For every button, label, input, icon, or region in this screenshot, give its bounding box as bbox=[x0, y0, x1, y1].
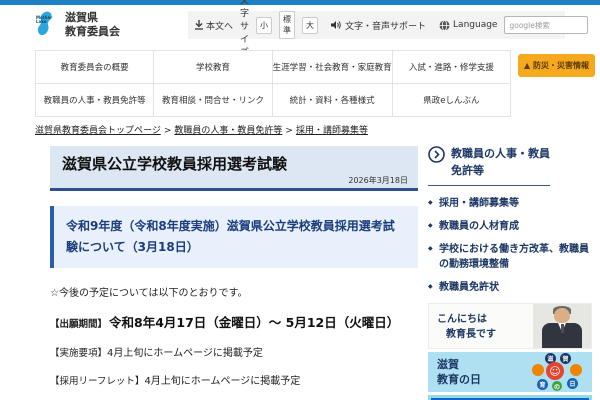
globe-icon bbox=[439, 19, 450, 31]
skip-to-content-link[interactable]: 本文へ bbox=[195, 19, 233, 32]
education-day-logo: 滋 賀 ☺ 育 の 日 bbox=[532, 353, 584, 391]
nav-item-school-education[interactable]: 学校教育 bbox=[154, 51, 273, 84]
sidebar-link-hr-development[interactable]: ◆ 教職員の人材育成 bbox=[428, 219, 592, 234]
sidebar-title: 教職員の人事・教員免許等 bbox=[451, 147, 550, 177]
education-day-logo-circle bbox=[532, 364, 544, 376]
superintendent-banner[interactable]: こんにちは 教育長です bbox=[428, 303, 592, 349]
top-accent-bar bbox=[0, 0, 600, 5]
page-date: 2026年3月18日 bbox=[348, 176, 408, 185]
nav-item-exams-support[interactable]: 入試・進路・修学支援 bbox=[392, 51, 511, 84]
education-day-banner-text: 滋賀 教育の日 bbox=[437, 358, 481, 387]
schedule-row-guidelines: 【実施要項】 4月上旬にホームページに掲載予定 bbox=[50, 348, 263, 359]
sidebar: 教職員の人事・教員免許等 ◆ 採用・講師募集等 ◆ 教職員の人材育成 ◆ 学校における… bbox=[428, 146, 592, 400]
circle-arrow-icon bbox=[428, 146, 445, 179]
nav-item-statistics-forms[interactable]: 統計・資料・各種様式 bbox=[272, 84, 393, 117]
page-title-box: 滋賀県公立学校教員採用選考試験 2026年3月18日 bbox=[50, 146, 418, 191]
intro-text: ☆今後の予定については以下のとおりです。 bbox=[50, 288, 248, 299]
breadcrumb-separator: > bbox=[163, 126, 172, 136]
voice-support-link[interactable]: 文字・音声サポート bbox=[331, 19, 426, 32]
education-day-logo-circle: 育 bbox=[537, 379, 548, 390]
bullet-icon: ◆ bbox=[428, 245, 433, 252]
sidebar-link-list: ◆ 採用・講師募集等 ◆ 教職員の人材育成 ◆ 学校における働き方改革、教職員の勤務環… bbox=[428, 196, 592, 295]
education-day-logo-circle: 日 bbox=[567, 378, 578, 389]
org-name-line1: 滋賀県 bbox=[65, 11, 98, 25]
education-day-banner[interactable]: 滋賀 教育の日 滋 賀 ☺ 育 の 日 bbox=[428, 352, 592, 392]
font-size-label: 文字サイズ bbox=[240, 0, 250, 58]
notice-box: 令和9年度（令和8年度実施）滋賀県公立学校教員採用選考試験について（3月18日） bbox=[50, 206, 418, 268]
schedule-row-leaflet: 【採用リーフレット】 4月上旬にホームページに掲載予定 bbox=[50, 376, 301, 387]
schedule-row-application-period: 【出願期間】 令和8年4月17日（金曜日）～ 5月12日（火曜日） bbox=[50, 315, 400, 330]
nav-item-e-shinbun[interactable]: 県政eしんぶん bbox=[392, 84, 511, 117]
speaker-icon bbox=[331, 20, 342, 30]
superintendent-banner-text: こんにちは 教育長です bbox=[437, 314, 496, 340]
org-name: 滋賀県 教育委員会 bbox=[65, 11, 120, 39]
education-day-logo-smiley: ☺ bbox=[546, 362, 564, 380]
utility-bar: 本文へ 文字サイズ 小 標準 大 文字・音声サポート Language bbox=[188, 0, 589, 58]
breadcrumb-personnel-link[interactable]: 教職員の人事・教員免許等 bbox=[174, 126, 282, 136]
page: Mother Lake 滋賀県 教育委員会 本文へ 文字サイズ 小 標準 大 文… bbox=[0, 0, 600, 400]
sidebar-link-teacher-license[interactable]: ◆ 教職員免許状 bbox=[428, 280, 592, 295]
breadcrumb-recruitment-link[interactable]: 採用・講師募集等 bbox=[296, 126, 368, 136]
page-title: 滋賀県公立学校教員採用選考試験 bbox=[62, 155, 288, 173]
breadcrumb-separator: > bbox=[285, 126, 293, 136]
search-input[interactable] bbox=[504, 16, 589, 34]
education-day-logo-circle: 賀 bbox=[560, 353, 571, 364]
lake-label: Mother Lake bbox=[36, 15, 53, 25]
bullet-icon: ◆ bbox=[428, 222, 433, 229]
org-name-line2: 教育委員会 bbox=[65, 25, 120, 38]
disaster-info-button[interactable]: ▲ 防災・災害情報 bbox=[518, 54, 595, 77]
download-arrow-icon bbox=[195, 20, 203, 30]
nav-item-overview[interactable]: 教育委員会の概要 bbox=[36, 51, 155, 84]
font-size-medium-button[interactable]: 標準 bbox=[279, 11, 296, 39]
nav-item-consultation-links[interactable]: 教育相談・問合せ・リンク bbox=[154, 84, 273, 117]
sidebar-header: 教職員の人事・教員免許等 bbox=[428, 146, 550, 186]
font-size-large-button[interactable]: 大 bbox=[302, 16, 319, 34]
nav-item-lifelong-learning[interactable]: 生涯学習・社会教育・家庭教育 bbox=[272, 51, 393, 84]
site-logo[interactable]: Mother Lake 滋賀県 教育委員会 bbox=[35, 11, 120, 39]
education-day-logo-circle bbox=[570, 364, 582, 376]
sidebar-link-recruitment[interactable]: ◆ 採用・講師募集等 bbox=[428, 196, 592, 211]
breadcrumb: 滋賀県教育委員会トップページ > 教職員の人事・教員免許等 > 採用・講師募集等 bbox=[35, 123, 368, 136]
sidebar-link-work-reform[interactable]: ◆ 学校における働き方改革、教職員の勤務環境整備 bbox=[428, 242, 592, 272]
superintendent-photo bbox=[533, 304, 591, 348]
lake-biwa-logo-icon: Mother Lake bbox=[35, 11, 61, 39]
kyoiku-shiga-banner[interactable]: 教育しが bbox=[428, 395, 592, 400]
bullet-icon: ◆ bbox=[428, 199, 433, 206]
font-size-small-button[interactable]: 小 bbox=[256, 16, 273, 34]
main-navigation: 教育委員会の概要 学校教育 生涯学習・社会教育・家庭教育 入試・進路・修学支援 … bbox=[35, 50, 511, 117]
language-link[interactable]: Language bbox=[439, 19, 497, 31]
warning-triangle-icon: ▲ bbox=[524, 61, 531, 70]
main-content: 滋賀県公立学校教員採用選考試験 2026年3月18日 令和9年度（令和8年度実施… bbox=[50, 146, 418, 400]
breadcrumb-home-link[interactable]: 滋賀県教育委員会トップページ bbox=[35, 126, 161, 136]
nav-item-personnel-license[interactable]: 教職員の人事・教員免許等 bbox=[36, 84, 155, 117]
bullet-icon: ◆ bbox=[428, 283, 433, 290]
education-day-logo-circle: の bbox=[552, 381, 562, 391]
